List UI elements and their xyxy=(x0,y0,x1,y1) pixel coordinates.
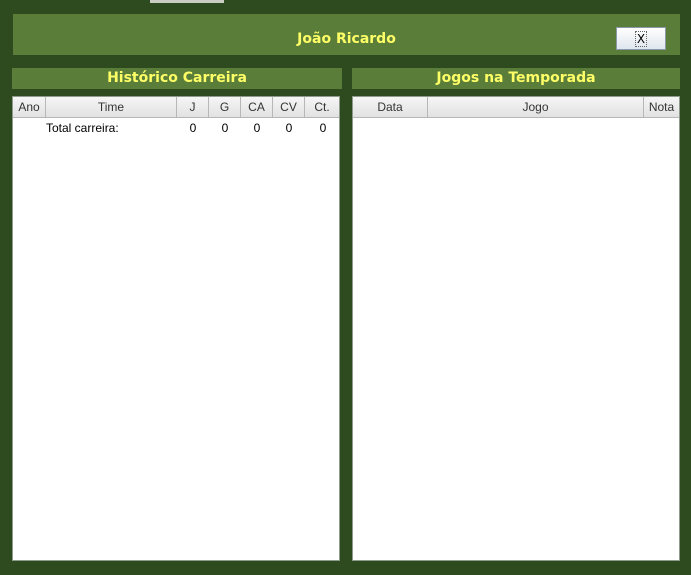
season-panel-title: Jogos na Temporada xyxy=(352,68,680,89)
col-header-data[interactable]: Data xyxy=(353,97,428,118)
table-row[interactable]: Total carreira: 0 0 0 0 0 xyxy=(13,119,339,137)
col-header-ca[interactable]: CA xyxy=(241,97,273,118)
col-header-time[interactable]: Time xyxy=(46,97,177,118)
total-row-j: 0 xyxy=(189,121,197,135)
total-row-ca: 0 xyxy=(253,121,261,135)
career-panel-title: Histórico Carreira xyxy=(12,68,342,89)
col-header-jogo[interactable]: Jogo xyxy=(428,97,644,118)
total-row-cv: 0 xyxy=(285,121,293,135)
col-header-ct[interactable]: Ct. xyxy=(305,97,339,118)
career-table[interactable]: Ano Time J G CA CV Ct. Total carreira: 0… xyxy=(12,96,340,561)
player-name-title: João Ricardo xyxy=(297,31,396,47)
col-header-j[interactable]: J xyxy=(177,97,209,118)
col-header-g[interactable]: G xyxy=(209,97,241,118)
close-button-label: X xyxy=(634,30,648,47)
season-table-header: Data Jogo Nota xyxy=(353,97,679,118)
col-header-ano[interactable]: Ano xyxy=(13,97,46,118)
window-top-tab xyxy=(150,0,224,3)
player-header: João Ricardo X xyxy=(13,14,680,55)
total-row-ano xyxy=(13,119,46,137)
career-table-header: Ano Time J G CA CV Ct. xyxy=(13,97,339,118)
col-header-nota[interactable]: Nota xyxy=(644,97,679,118)
season-table[interactable]: Data Jogo Nota xyxy=(352,96,680,561)
total-row-label: Total carreira: xyxy=(46,121,119,135)
total-row-g: 0 xyxy=(221,121,229,135)
close-button[interactable]: X xyxy=(616,27,666,50)
col-header-cv[interactable]: CV xyxy=(273,97,305,118)
total-row-ct: 0 xyxy=(319,121,327,135)
